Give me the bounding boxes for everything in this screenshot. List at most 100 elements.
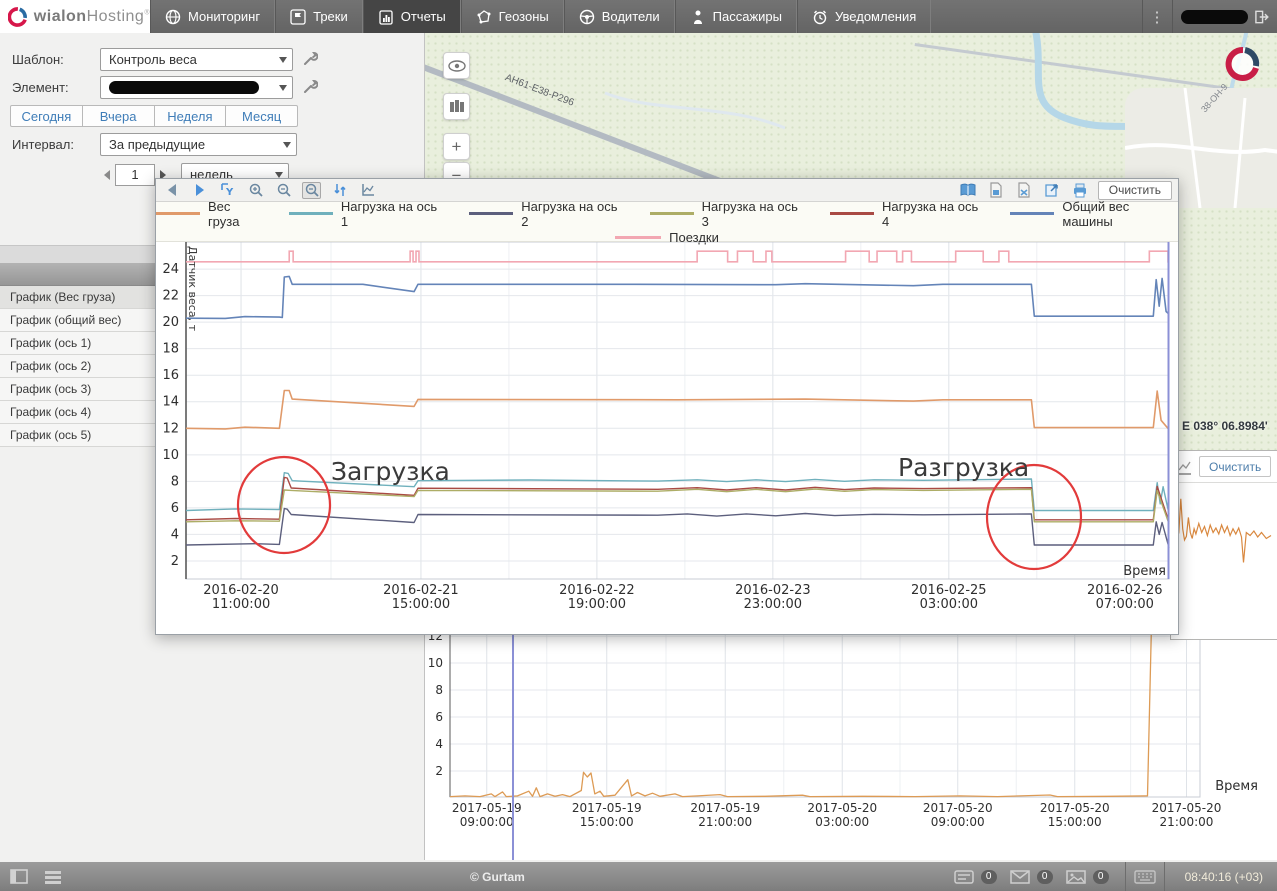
map-zoom-in-button[interactable]: + [443, 133, 470, 160]
geofence-icon [476, 9, 492, 25]
quick-range-yesterday[interactable]: Вчера [83, 105, 155, 127]
keyboard-icon[interactable] [1132, 868, 1158, 886]
legend-item[interactable]: Нагрузка на ось 1 [289, 199, 443, 229]
template-settings-wrench-icon[interactable] [300, 51, 318, 69]
interval-select[interactable]: За предыдущие [100, 133, 297, 156]
step-back-icon[interactable] [162, 182, 181, 199]
side-clear-button[interactable]: Очистить [1199, 456, 1271, 477]
legend-item[interactable]: Нагрузка на ось 2 [469, 199, 623, 229]
print-icon[interactable] [1070, 182, 1089, 199]
weight-chart[interactable]: 246810121416182022242016-02-2011:00:0020… [156, 242, 1178, 636]
legend-item[interactable]: Общий вес машины [1010, 199, 1178, 229]
axis-chart-icon[interactable] [358, 182, 377, 199]
media-count-badge: 0 [1093, 870, 1109, 884]
svg-text:Время: Время [1123, 564, 1166, 579]
wialon-logo: wialonHosting® [0, 0, 150, 33]
nav-item-label: Отчеты [401, 9, 446, 24]
step-forward-icon[interactable] [190, 182, 209, 199]
statusbar-divider [1125, 862, 1126, 891]
nav-item-passengers[interactable]: Пассажиры [675, 0, 797, 33]
zoom-selection-icon[interactable] [302, 182, 321, 199]
clock: 08:40:16 (+03) [1171, 870, 1277, 884]
decrement-arrow-icon[interactable] [104, 170, 110, 180]
chart-window: Y Очистить Вес груза Нагрузка на ось 1 Нагр… [155, 178, 1179, 635]
svg-text:2016-02-22: 2016-02-22 [559, 583, 635, 598]
zoom-in-icon[interactable] [246, 182, 265, 199]
quick-range-buttons: СегодняВчераНеделяМесяц [10, 105, 298, 127]
wialon-app: АН61-Е38-Р296 38-ОН-9 + − E 038° 06.8984… [0, 0, 1277, 891]
legend-swatch [289, 212, 333, 215]
quick-range-week[interactable]: Неделя [155, 105, 227, 127]
layers-icon [449, 100, 465, 114]
gurtam-maps-logo [1225, 46, 1261, 82]
export-pdf-icon[interactable] [986, 182, 1005, 199]
legend-item[interactable]: Нагрузка на ось 4 [830, 199, 984, 229]
interval-label: Интервал: [12, 137, 74, 152]
media-icon[interactable] [1063, 868, 1089, 886]
nav-item-geofences[interactable]: Геозоны [461, 0, 564, 33]
swap-axes-icon[interactable] [330, 182, 349, 199]
svg-text:10: 10 [428, 656, 443, 670]
messages-icon[interactable] [1007, 868, 1033, 886]
steering-icon [579, 9, 595, 25]
svg-text:2017-05-20: 2017-05-20 [807, 801, 877, 815]
nav-more-button[interactable]: ⋮ [1142, 0, 1172, 33]
top-navigation: wialonHosting® МониторингТреки Отчеты Геоз… [0, 0, 1277, 33]
quick-range-today[interactable]: Сегодня [10, 105, 83, 127]
fit-y-axis-icon[interactable]: Y [218, 182, 237, 199]
svg-text:24: 24 [162, 262, 179, 277]
svg-text:Разгрузка: Разгрузка [898, 453, 1029, 482]
logout-icon[interactable] [1254, 9, 1269, 25]
chevron-down-icon [279, 57, 287, 63]
template-select[interactable]: Контроль веса [100, 48, 293, 71]
report-chart[interactable]: 246810122017-05-1909:00:002017-05-1915:0… [425, 630, 1277, 860]
template-value: Контроль веса [109, 52, 197, 67]
nav-item-tracks[interactable]: Треки [275, 0, 363, 33]
svg-text:2016-02-21: 2016-02-21 [383, 583, 459, 598]
nav-item-monitoring[interactable]: Мониторинг [150, 0, 275, 33]
svg-text:09:00:00: 09:00:00 [460, 815, 514, 829]
legend-item[interactable]: Нагрузка на ось 3 [650, 199, 804, 229]
interval-count-input[interactable]: 1 [115, 164, 155, 186]
wialon-swirl-icon [8, 6, 28, 28]
zoom-out-icon[interactable] [274, 182, 293, 199]
svg-text:10: 10 [162, 448, 179, 463]
nav-user-area[interactable] [1172, 0, 1277, 33]
svg-text:2: 2 [435, 764, 443, 778]
svg-text:2017-05-19: 2017-05-19 [452, 801, 522, 815]
svg-text:15:00:00: 15:00:00 [580, 815, 634, 829]
list-view-icon[interactable] [40, 868, 66, 886]
quick-range-month[interactable]: Месяц [226, 105, 298, 127]
sms-icon[interactable] [951, 868, 977, 886]
map-layers-button[interactable] [443, 93, 470, 120]
passenger-icon [690, 9, 706, 25]
legend-label: Вес груза [208, 199, 263, 229]
svg-text:Загрузка: Загрузка [331, 457, 450, 486]
legend-swatch [469, 212, 513, 215]
chevron-down-icon [283, 142, 291, 148]
copyright: © Gurtam [470, 870, 525, 884]
export-xls-icon[interactable] [1014, 182, 1033, 199]
svg-text:Время: Время [1215, 779, 1258, 794]
svg-text:4: 4 [171, 527, 179, 542]
svg-text:8: 8 [171, 474, 179, 489]
copy-report-icon[interactable] [1042, 182, 1061, 199]
messages-count-badge: 0 [1037, 870, 1053, 884]
legend-label: Нагрузка на ось 3 [702, 199, 804, 229]
svg-text:03:00:00: 03:00:00 [815, 815, 869, 829]
globe-icon [165, 9, 181, 25]
eye-icon [448, 60, 466, 72]
nav-item-reports[interactable]: Отчеты [363, 0, 461, 33]
statusbar-divider [1164, 862, 1165, 891]
map-visibility-button[interactable] [443, 52, 470, 79]
svg-text:6: 6 [171, 501, 179, 516]
nav-item-drivers[interactable]: Водители [564, 0, 675, 33]
open-report-icon[interactable] [958, 182, 977, 199]
legend-item[interactable]: Вес груза [156, 199, 263, 229]
unit-settings-wrench-icon[interactable] [300, 79, 318, 97]
nav-item-notifications[interactable]: Уведомления [797, 0, 931, 33]
unit-select[interactable] [100, 76, 293, 99]
toggle-panel-icon[interactable] [6, 868, 32, 886]
legend-label: Нагрузка на ось 4 [882, 199, 984, 229]
chart-clear-button[interactable]: Очистить [1098, 181, 1172, 200]
